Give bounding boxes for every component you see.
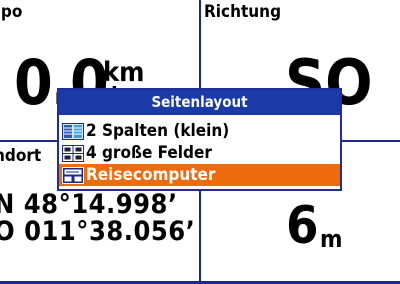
- dialog-title: Seitenlayout: [59, 90, 340, 115]
- menu-item-four-fields[interactable]: 4 große Felder: [59, 142, 340, 164]
- four-fields-icon: [62, 144, 84, 162]
- heading-label: Richtung: [204, 2, 282, 22]
- menu-item-label: 2 Spalten (klein): [86, 121, 230, 141]
- menu-item-label: Reisecomputer: [86, 165, 216, 185]
- trip-computer-icon: [62, 166, 84, 184]
- latitude-value: N 48°14.998’: [0, 189, 178, 220]
- menu-item-two-columns[interactable]: 2 Spalten (klein): [59, 120, 340, 142]
- location-label: ndort: [0, 146, 42, 166]
- speed-label: npo: [0, 2, 23, 22]
- menu-item-label: 4 große Felder: [86, 143, 212, 163]
- menu-item-trip-computer[interactable]: Reisecomputer: [59, 164, 340, 186]
- page-layout-dialog: Seitenlayout 2 Spalten (klein) 4 große F…: [57, 88, 342, 191]
- elevation-value: 6: [286, 196, 319, 256]
- elevation-unit: m: [320, 225, 343, 253]
- two-columns-icon: [62, 122, 84, 140]
- speed-unit-top: km: [103, 57, 145, 88]
- longitude-value: O 011°38.056’: [0, 216, 196, 247]
